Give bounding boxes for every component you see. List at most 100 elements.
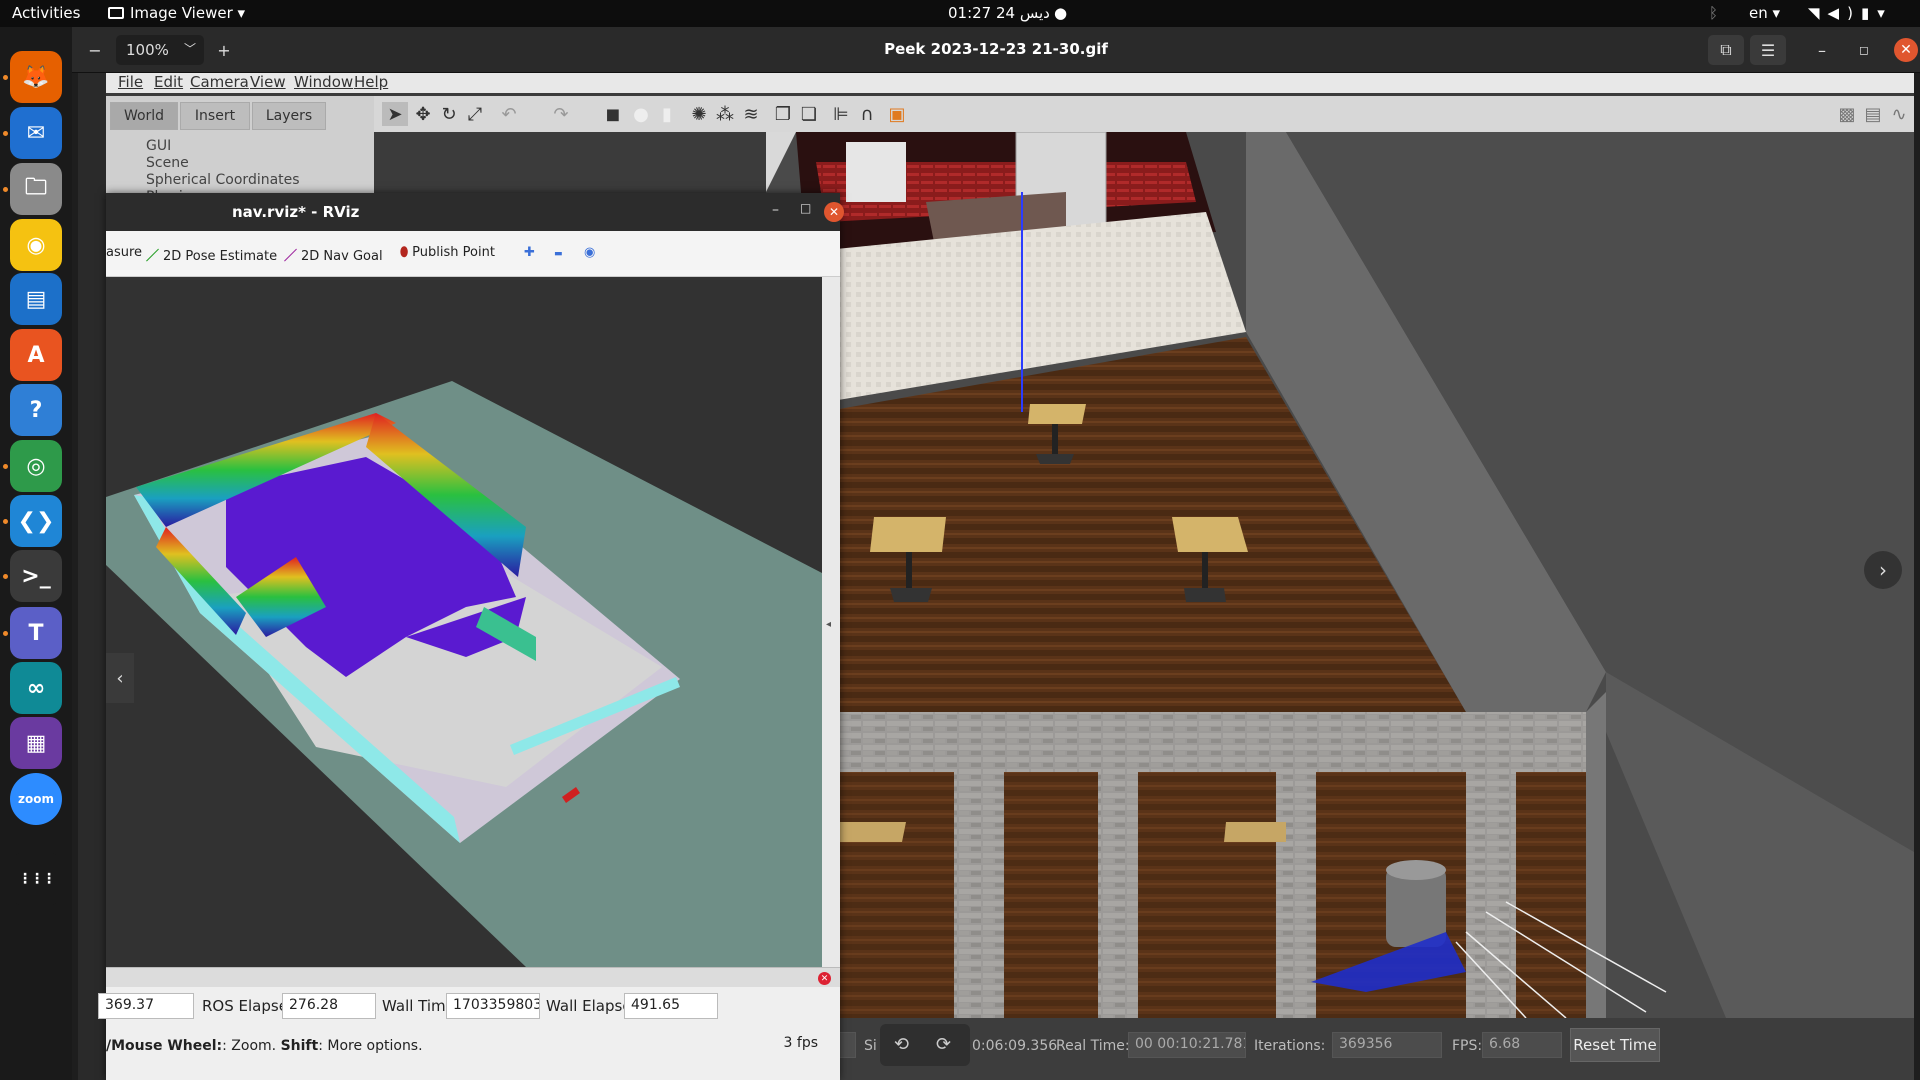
displayed-image: File Edit Camera View Window Help World … xyxy=(78,73,1914,1080)
rhythmbox-icon: ◉ xyxy=(26,232,46,258)
fps-value: 6.68 xyxy=(1482,1032,1562,1058)
sim-time-label: Si xyxy=(864,1038,877,1054)
plot-icon: ∿ xyxy=(1891,103,1907,125)
teams-icon: T xyxy=(28,620,44,646)
image-viewer-headerbar: − 100% ﹀ + Peek 2023-12-23 21-30.gif ⧉ ☰ … xyxy=(72,27,1920,73)
libreoffice-writer-icon: ▤ xyxy=(25,286,47,312)
dock-item-chrome[interactable]: ◎ xyxy=(10,440,62,492)
tab-layers: Layers xyxy=(252,102,326,130)
point-light-icon: ✺ xyxy=(691,103,707,125)
sphere-shape-icon: ● xyxy=(633,103,649,125)
remove-icon: ▬ xyxy=(554,249,563,259)
publish-point-tool: ⬮ Publish Point xyxy=(400,245,495,260)
wall-elapsed-value: 491.65 xyxy=(624,993,718,1019)
zoom-icon: zoom xyxy=(18,792,54,806)
dock-item-libreoffice-writer[interactable]: ▤ xyxy=(10,273,62,325)
gazebo-3d-view xyxy=(766,132,1914,1018)
pose-arrow-icon: ／ xyxy=(146,249,160,264)
fps-label: FPS: xyxy=(1452,1038,1483,1054)
map-pin-icon: ⬮ xyxy=(400,245,409,260)
main-menu-button[interactable]: ☰ xyxy=(1750,35,1786,65)
close-icon: ✕ xyxy=(824,202,844,222)
dock-item-vscode[interactable]: ❮❯ xyxy=(10,495,62,547)
tab-insert: Insert xyxy=(180,102,250,130)
dock-item-teams[interactable]: T xyxy=(10,607,62,659)
nav-goal-label: 2D Nav Goal xyxy=(301,249,383,264)
running-indicator-icon xyxy=(3,631,8,636)
app-menu[interactable]: Image Viewer ▾ xyxy=(108,4,245,22)
dock-item-firefox[interactable]: 🦊 xyxy=(10,51,62,103)
running-indicator-icon xyxy=(3,519,8,524)
activities-button[interactable]: Activities xyxy=(12,4,80,22)
dock-item-video-editor[interactable]: ▦ xyxy=(10,717,62,769)
gallery-button[interactable]: ⧉ xyxy=(1708,35,1744,65)
dock-item-show-apps[interactable]: ⋮⋮⋮ xyxy=(10,853,62,905)
cafe-scene-render xyxy=(766,132,1914,1018)
gazebo-toolbar: ➤ ✥ ↻ ⤢ ↶ ↷ ◼ ● ▮ ✺ ⁂ ≋ ❐ ❏ ⊫ ∩ ▣ ▩ ▤ ∿ xyxy=(374,96,1914,132)
dock-item-arduino[interactable]: ∞ xyxy=(10,662,62,714)
undo-icon: ↶ xyxy=(501,103,517,125)
menu-help: Help xyxy=(354,73,389,91)
ros-time-value: 369.37 xyxy=(98,993,194,1019)
running-indicator-icon xyxy=(3,574,8,579)
rviz-status-bar: /Mouse Wheel:: Zoom. Shift: More options… xyxy=(106,1023,840,1080)
clock[interactable]: 01:27 24 ديس xyxy=(948,4,1050,22)
spot-light-icon: ⁂ xyxy=(716,103,734,125)
notification-dot-icon: ● xyxy=(1054,4,1068,22)
dock-item-terminal[interactable]: >_ xyxy=(10,550,62,602)
box-shape-icon: ◼ xyxy=(605,103,621,125)
running-indicator-icon xyxy=(3,464,8,469)
status-hint: /Mouse Wheel:: Zoom. Shift: More options… xyxy=(106,1038,423,1054)
dock-item-thunderbird[interactable]: ✉ xyxy=(10,107,62,159)
system-tray[interactable]: ◥◀)▮▾ xyxy=(1808,4,1893,22)
dock-item-software-center[interactable]: A xyxy=(10,329,62,381)
maximize-icon: □ xyxy=(800,201,812,215)
rviz-fps: 3 fps xyxy=(783,1035,818,1051)
dock: 🦊 ✉ 🗀 ◉ ▤ A? ◎ ❮❯ >_ T ∞ ▦ zoom ⋮⋮⋮ xyxy=(0,27,72,1080)
minimize-button[interactable]: – xyxy=(1810,35,1834,65)
occupancy-map-render xyxy=(106,381,822,967)
rewind-icon: ⟲ xyxy=(894,1034,910,1055)
dock-item-files[interactable]: 🗀 xyxy=(10,163,62,215)
menu-window: Window xyxy=(294,73,354,91)
dock-item-zoom[interactable]: zoom xyxy=(10,773,62,825)
camera-eye-icon: ◉ xyxy=(584,245,596,260)
video-editor-icon: ▦ xyxy=(25,730,47,756)
pose-estimate-tool: ／ 2D Pose Estimate xyxy=(146,245,277,264)
reset-time-button: Reset Time xyxy=(1570,1028,1660,1062)
maximize-button[interactable]: ◻ xyxy=(1852,35,1876,65)
arduino-icon: ∞ xyxy=(26,675,46,701)
image-canvas[interactable]: File Edit Camera View Window Help World … xyxy=(72,73,1920,1080)
previous-image-arrow-icon: ‹ xyxy=(106,653,134,703)
copy-icon: ❐ xyxy=(774,103,792,125)
time-panel-header: ✕ xyxy=(106,967,840,987)
files-icon: 🗀 xyxy=(24,175,47,200)
nav-goal-tool: ／ 2D Nav Goal xyxy=(284,245,383,264)
app-menu-label: Image Viewer xyxy=(130,4,233,22)
language-selector[interactable]: en ▾ xyxy=(1749,4,1780,22)
bluetooth-icon[interactable]: ᛒ xyxy=(1709,4,1718,22)
vscode-icon: ❮❯ xyxy=(17,508,55,534)
menu-camera: Camera xyxy=(190,73,249,91)
forward-icon: ⟳ xyxy=(936,1034,952,1055)
gazebo-menubar: File Edit Camera View Window Help xyxy=(78,73,1914,93)
tree-item: GUI xyxy=(146,138,172,154)
translate-tool-icon: ✥ xyxy=(415,103,431,125)
image-viewer-icon xyxy=(108,7,124,19)
chrome-icon: ◎ xyxy=(26,453,46,479)
redo-icon: ↷ xyxy=(553,103,569,125)
gazebo-side-panel: World Insert Layers GUI Scene Spherical … xyxy=(106,96,374,205)
goal-arrow-icon: ／ xyxy=(284,249,298,264)
dock-item-rhythmbox[interactable]: ◉ xyxy=(10,219,62,271)
running-indicator-icon xyxy=(3,75,8,80)
language-label: en xyxy=(1749,4,1768,22)
dock-item-help[interactable]: ? xyxy=(10,384,62,436)
next-image-arrow-icon[interactable]: › xyxy=(1864,551,1902,589)
cylinder-shape-icon: ▮ xyxy=(662,103,672,125)
terminal-icon: >_ xyxy=(21,563,51,589)
gazebo-time-panel: 0.61 Si ⟲ ⟳ 0:06:09.356 Real Time: 00 00… xyxy=(766,1018,1914,1080)
chevron-down-icon: ▾ xyxy=(1772,4,1781,22)
close-button[interactable]: ✕ xyxy=(1894,38,1918,62)
iterations-value: 369356 xyxy=(1332,1032,1442,1058)
measure-tool: asure xyxy=(106,245,143,260)
